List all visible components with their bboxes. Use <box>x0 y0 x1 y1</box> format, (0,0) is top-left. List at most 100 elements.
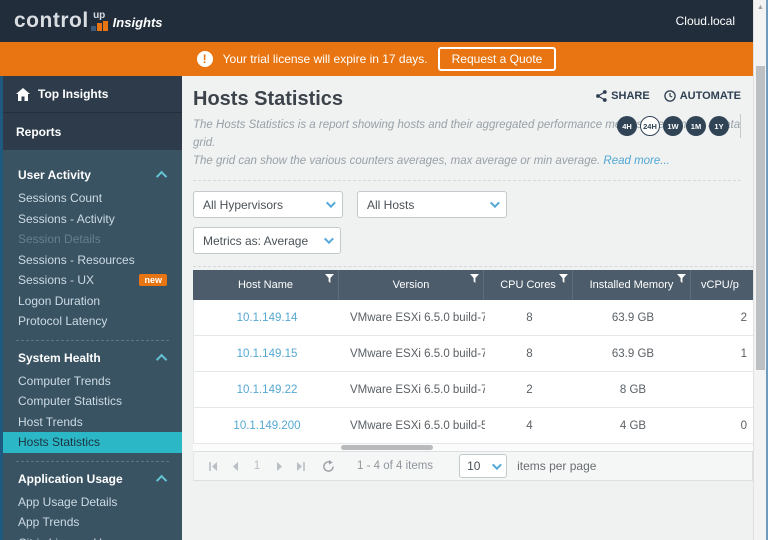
sidebar-section-application-usage[interactable]: Application Usage <box>3 466 182 492</box>
hosts-dropdown[interactable]: All Hosts <box>357 191 507 219</box>
version-cell: VMware ESXi 6.5.0 build-5969303 <box>350 419 485 432</box>
item-label: Sessions Count <box>18 191 103 206</box>
cpu-cores-cell: 4 <box>526 419 533 432</box>
horizontal-scrollbar-thumb[interactable] <box>341 445 433 451</box>
sidebar-item-top-insights[interactable]: Top Insights <box>3 76 182 112</box>
filter-funnel-icon[interactable] <box>559 274 568 284</box>
host-link[interactable]: 10.1.149.200 <box>194 420 340 432</box>
host-link[interactable]: 10.1.149.22 <box>194 384 340 396</box>
automate-button[interactable]: AUTOMATE <box>663 90 741 102</box>
chevron-down-icon <box>489 198 500 209</box>
logo-up-text: up <box>93 10 106 21</box>
cpu-cores-cell: 8 <box>526 311 533 324</box>
items-per-page-label: items per page <box>517 459 597 474</box>
vertical-scrollbar-thumb[interactable] <box>756 66 765 370</box>
page-size-value: 10 <box>467 459 481 474</box>
chevron-down-icon <box>323 234 334 245</box>
item-label: Session Details <box>18 232 101 247</box>
refresh-button[interactable] <box>322 459 335 473</box>
horizontal-scrollbar[interactable] <box>193 444 753 452</box>
domain-label: Cloud.local <box>675 14 735 28</box>
column-label: Host Name <box>237 279 294 292</box>
previous-page-button[interactable] <box>224 461 246 471</box>
filter-funnel-icon[interactable] <box>470 274 479 284</box>
page-size-dropdown[interactable]: 10 <box>459 454 508 479</box>
logo-insights-text: Insights <box>112 15 163 30</box>
pagination-status: 1 - 4 of 4 items <box>357 460 434 473</box>
read-more-link[interactable]: Read more... <box>603 155 669 167</box>
last-page-button[interactable] <box>290 461 312 471</box>
item-label: Sessions - Resources <box>18 252 135 267</box>
page-header: Hosts Statistics The Hosts Statistics is… <box>193 88 753 170</box>
vertical-scrollbar[interactable]: ▲ <box>753 0 766 540</box>
item-label: Hosts Statistics <box>18 435 101 450</box>
next-page-button[interactable] <box>268 461 290 471</box>
hypervisors-dropdown[interactable]: All Hypervisors <box>193 191 343 219</box>
column-header-cpu-cores[interactable]: CPU Cores <box>484 270 573 301</box>
time-range-1m[interactable]: 1M <box>686 116 706 136</box>
trial-banner: ! Your trial license will expire in 17 d… <box>0 42 753 76</box>
sidebar-item-sessions-count[interactable]: Sessions Count <box>3 188 182 209</box>
sidebar-item-sessions-ux[interactable]: Sessions - UX new <box>3 270 182 291</box>
chevron-down-icon <box>492 460 502 470</box>
host-link[interactable]: 10.1.149.14 <box>194 312 340 324</box>
first-page-button[interactable] <box>202 461 224 471</box>
sidebar-item-logon-duration[interactable]: Logon Duration <box>3 291 182 312</box>
sidebar-item-sessions-resources[interactable]: Sessions - Resources <box>3 250 182 271</box>
column-label: Installed Memory <box>589 279 674 292</box>
new-badge: new <box>139 274 167 287</box>
trial-message: Your trial license will expire in 17 day… <box>222 52 428 66</box>
item-label: Protocol Latency <box>18 314 108 329</box>
sidebar-item-protocol-latency[interactable]: Protocol Latency <box>3 311 182 332</box>
item-label: Computer Trends <box>18 373 111 388</box>
table-row: 10.1.149.15 VMware ESXi 6.5.0 build-7388… <box>193 336 753 373</box>
memory-cell: 63.9 GB <box>611 347 655 360</box>
sidebar-item-sessions-activity[interactable]: Sessions - Activity <box>3 209 182 230</box>
time-range-24h[interactable]: 24H <box>640 116 660 136</box>
host-link[interactable]: 10.1.149.15 <box>194 348 340 360</box>
version-cell: VMware ESXi 6.5.0 build-7388607 <box>350 383 485 396</box>
column-header-version[interactable]: Version <box>339 270 484 301</box>
sidebar: Top Insights Reports User Activity Sessi… <box>0 76 182 540</box>
sidebar-item-session-details: Session Details <box>3 229 182 250</box>
sidebar-item-computer-trends[interactable]: Computer Trends <box>3 371 182 392</box>
column-header-host-name[interactable]: Host Name <box>193 270 339 301</box>
metrics-dropdown[interactable]: Metrics as: Average <box>193 227 341 255</box>
share-button[interactable]: SHARE <box>596 90 650 102</box>
section-divider <box>16 460 169 462</box>
chevron-up-icon <box>155 474 168 486</box>
sidebar-top-insights-label: Top Insights <box>38 87 109 101</box>
sidebar-section-user-activity[interactable]: User Activity <box>3 162 182 188</box>
logo-control-text: control <box>14 9 89 32</box>
cpu-cores-cell: 8 <box>526 347 533 360</box>
hypervisors-value: All Hypervisors <box>203 197 284 212</box>
column-header-vcpu[interactable]: vCPU/p <box>691 270 753 300</box>
metrics-value: Metrics as: Average <box>203 233 309 248</box>
grid-header-row: Host Name Version CPU Cores Installed Me… <box>193 270 753 301</box>
sidebar-item-app-usage-details[interactable]: App Usage Details <box>3 492 182 513</box>
vcpu-cell: 0 <box>740 419 747 432</box>
item-label: App Trends <box>18 515 80 530</box>
scrollbar-up-arrow[interactable]: ▲ <box>756 2 765 12</box>
time-range-1w[interactable]: 1W <box>663 116 683 136</box>
time-range-1y[interactable]: 1Y <box>709 116 729 136</box>
automate-label: AUTOMATE <box>679 90 741 102</box>
filter-funnel-icon[interactable] <box>325 274 334 284</box>
time-range-4h[interactable]: 4H <box>617 116 637 136</box>
filter-funnel-icon[interactable] <box>677 274 686 284</box>
share-label: SHARE <box>611 90 650 102</box>
item-label: Computer Statistics <box>18 394 123 409</box>
column-header-installed-memory[interactable]: Installed Memory <box>573 270 691 301</box>
sidebar-item-host-trends[interactable]: Host Trends <box>3 412 182 433</box>
chevron-down-icon <box>325 198 336 209</box>
request-quote-button[interactable]: Request a Quote <box>437 47 557 71</box>
sidebar-item-app-trends[interactable]: App Trends <box>3 512 182 533</box>
page-number[interactable]: 1 <box>246 460 268 472</box>
sidebar-item-computer-statistics[interactable]: Computer Statistics <box>3 391 182 412</box>
version-cell: VMware ESXi 6.5.0 build-7388607 <box>350 311 485 324</box>
sidebar-reports-header[interactable]: Reports <box>3 112 182 150</box>
sidebar-item-hosts-statistics[interactable]: Hosts Statistics <box>3 432 182 453</box>
section-label: System Health <box>18 350 101 365</box>
sidebar-item-citrix-license-usage[interactable]: Citrix License Usage <box>3 533 182 540</box>
sidebar-section-system-health[interactable]: System Health <box>3 345 182 371</box>
